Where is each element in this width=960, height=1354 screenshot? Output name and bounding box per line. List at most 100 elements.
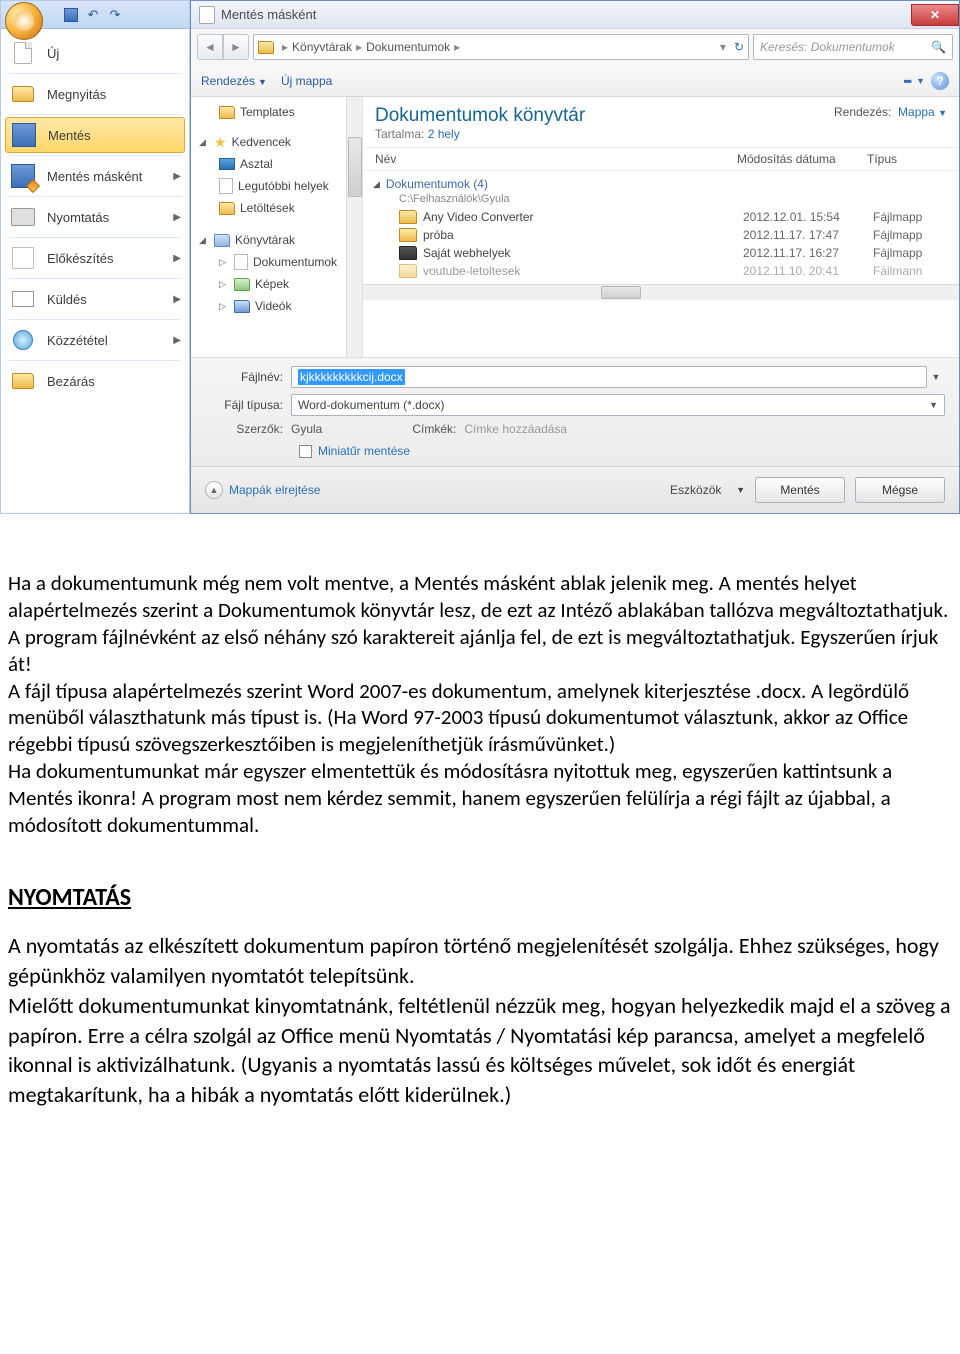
separator: [9, 114, 181, 115]
office-button[interactable]: [5, 2, 43, 40]
list-item[interactable]: voutube-letoltesek2012.11.10. 20:41Fáilm…: [369, 262, 953, 280]
chevron-down-icon[interactable]: ▾: [720, 40, 726, 54]
tree-label: Legutóbbi helyek: [238, 179, 329, 193]
scrollbar-horizontal[interactable]: [363, 284, 959, 300]
chevron-right-icon: ▸: [356, 40, 362, 54]
file-date: 2012.11.17. 17:47: [743, 228, 873, 242]
office-titlebar: ↶ ↷: [1, 1, 189, 29]
menu-item-prepare[interactable]: Előkészítés ▶: [1, 240, 189, 276]
qa-undo-icon[interactable]: ↶: [83, 5, 103, 25]
menu-item-new[interactable]: Új: [1, 35, 189, 71]
library-header: Dokumentumok könyvtár Tartalma: 2 hely R…: [363, 97, 959, 147]
documents-icon: [234, 254, 248, 270]
paragraph: Mielőtt dokumentumunkat kinyomtatnánk, f…: [8, 991, 952, 1110]
filename-input[interactable]: kjkkkkkkkkkcij.docx: [291, 366, 927, 388]
save-button[interactable]: Mentés: [755, 477, 845, 503]
help-button[interactable]: ?: [931, 72, 949, 90]
refresh-icon[interactable]: ↻: [734, 40, 744, 54]
menu-item-open[interactable]: Megnyitás: [1, 76, 189, 112]
separator: [9, 73, 181, 74]
sort-dropdown[interactable]: Mappa ▼: [898, 105, 947, 119]
tree-libraries[interactable]: ◢Könyvtárak: [193, 229, 360, 251]
list-item[interactable]: Any Video Converter2012.12.01. 15:54Fájl…: [369, 208, 953, 226]
author-value[interactable]: Gyula: [291, 422, 322, 436]
menu-label: Mentés másként: [47, 169, 142, 184]
search-input[interactable]: Keresés: Dokumentumok 🔍: [753, 34, 953, 60]
file-date: 2012.12.01. 15:54: [743, 210, 873, 224]
tree-collapse-icon[interactable]: ◢: [199, 235, 209, 246]
menu-item-close[interactable]: Bezárás: [1, 363, 189, 399]
library-icon: [214, 234, 230, 247]
disk-icon: [10, 123, 38, 147]
tree-desktop[interactable]: Asztal: [193, 153, 360, 175]
locations-link[interactable]: 2 hely: [428, 127, 460, 141]
filetype-dropdown[interactable]: Word-dokumentum (*.docx)▼: [291, 394, 945, 416]
tree-expand-icon[interactable]: ▷: [219, 279, 229, 290]
breadcrumb[interactable]: ▸ Könyvtárak ▸ Dokumentumok ▸ ▾↻: [253, 34, 749, 60]
new-folder-button[interactable]: Új mappa: [281, 74, 332, 88]
chevron-down-icon[interactable]: ▼: [916, 76, 925, 86]
tools-dropdown[interactable]: Eszközök ▼: [670, 483, 745, 497]
dialog-titlebar: Mentés másként ✕: [191, 1, 959, 29]
list-item[interactable]: Saját webhelyek2012.11.17. 16:27Fájlmapp: [369, 244, 953, 262]
star-icon: ★: [214, 134, 227, 151]
view-icons-button[interactable]: ▪▪▪: [903, 74, 910, 88]
chevron-down-icon: ▼: [736, 485, 745, 495]
menu-item-print[interactable]: Nyomtatás ▶: [1, 199, 189, 235]
scrollbar-thumb[interactable]: [601, 286, 641, 299]
menu-item-publish[interactable]: Közzététel ▶: [1, 322, 189, 358]
nav-back-button[interactable]: ◄: [197, 34, 223, 60]
tree-label: Letöltések: [240, 201, 295, 215]
tree-collapse-icon[interactable]: ◢: [373, 179, 380, 190]
tree-expand-icon[interactable]: ▷: [219, 301, 229, 312]
breadcrumb-segment[interactable]: Dokumentumok: [366, 40, 450, 54]
qa-redo-icon[interactable]: ↷: [105, 5, 125, 25]
col-name[interactable]: Név: [375, 152, 737, 166]
nav-forward-button[interactable]: ►: [223, 34, 249, 60]
separator: [9, 278, 181, 279]
filename-value: kjkkkkkkkkkcij.docx: [298, 369, 405, 385]
qa-save-icon[interactable]: [61, 5, 81, 25]
col-type[interactable]: Típus: [867, 152, 947, 166]
filetype-value: Word-dokumentum (*.docx): [298, 398, 445, 412]
chevron-down-icon[interactable]: ▼: [927, 372, 945, 382]
menu-label: Bezárás: [47, 374, 95, 389]
menu-item-save[interactable]: Mentés: [5, 117, 185, 153]
col-date[interactable]: Módosítás dátuma: [737, 152, 867, 166]
tags-input[interactable]: Címke hozzáadása: [464, 422, 567, 436]
tree-documents[interactable]: ▷Dokumentumok: [193, 251, 360, 273]
file-list-area: Dokumentumok könyvtár Tartalma: 2 hely R…: [363, 97, 959, 357]
cancel-button[interactable]: Mégse: [855, 477, 945, 503]
list-item[interactable]: próba2012.11.17. 17:47Fájlmapp: [369, 226, 953, 244]
close-button[interactable]: ✕: [911, 4, 959, 26]
scrollbar[interactable]: [346, 97, 362, 357]
tree-downloads[interactable]: Letöltések: [193, 197, 360, 219]
breadcrumb-segment[interactable]: Könyvtárak: [292, 40, 352, 54]
heading: NYOMTATÁS: [8, 883, 952, 914]
column-headers: Név Módosítás dátuma Típus: [363, 147, 959, 171]
tree-videos[interactable]: ▷Videók: [193, 295, 360, 317]
checkbox-icon[interactable]: [299, 445, 312, 458]
search-icon: 🔍: [931, 40, 946, 54]
submenu-arrow-icon: ▶: [173, 253, 181, 264]
menu-item-send[interactable]: Küldés ▶: [1, 281, 189, 317]
chevron-down-icon: ▼: [258, 77, 267, 87]
file-group-header[interactable]: ◢Dokumentumok (4): [369, 175, 953, 193]
group-path: C:\Felhasználók\Gyula: [369, 193, 953, 205]
tree-collapse-icon[interactable]: ◢: [199, 137, 209, 148]
page-icon: [9, 41, 37, 65]
nav-bar: ◄ ► ▸ Könyvtárak ▸ Dokumentumok ▸ ▾↻ Ker…: [191, 29, 959, 65]
tree-templates[interactable]: Templates: [193, 101, 360, 123]
separator: [9, 319, 181, 320]
file-name: voutube-letoltesek: [423, 264, 743, 278]
thumbnail-checkbox-row[interactable]: Miniatűr mentése: [299, 444, 945, 458]
tree-expand-icon[interactable]: ▷: [219, 257, 229, 268]
tree-recent[interactable]: Legutóbbi helyek: [193, 175, 360, 197]
arrange-button[interactable]: Rendezés▼: [201, 74, 267, 88]
menu-item-save-as[interactable]: Mentés másként ▶: [1, 158, 189, 194]
tree-pictures[interactable]: ▷Képek: [193, 273, 360, 295]
tree-favorites[interactable]: ◢★Kedvencek: [193, 131, 360, 153]
scrollbar-thumb[interactable]: [348, 137, 362, 197]
menu-label: Nyomtatás: [47, 210, 109, 225]
hide-folders-button[interactable]: ▲ Mappák elrejtése: [205, 481, 320, 499]
